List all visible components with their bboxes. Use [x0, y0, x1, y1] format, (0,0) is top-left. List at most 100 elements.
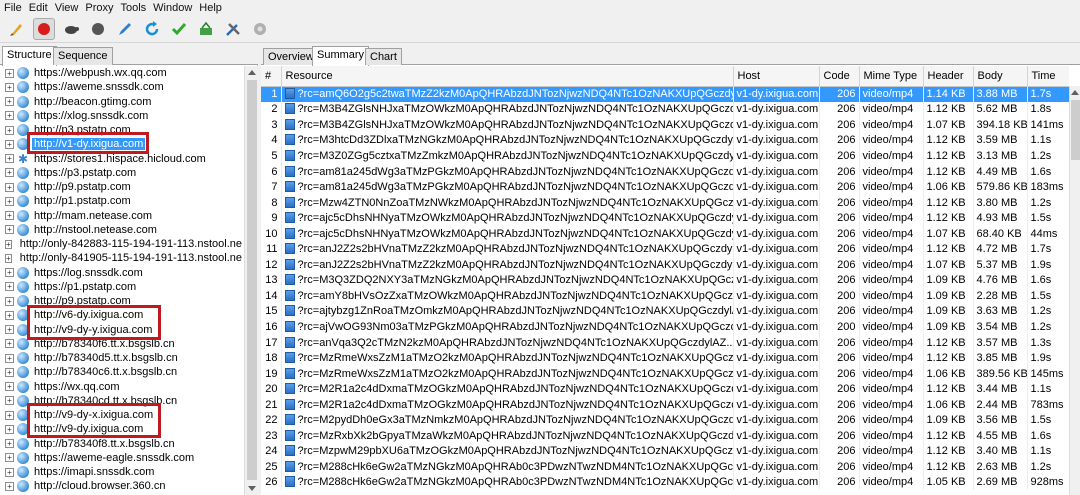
table-row[interactable]: 14 ?rc=amY8bHVsOzZxaTMzOWkzM0ApQHRAbzdJNT… [261, 288, 1069, 304]
table-row[interactable]: 4 ?rc=M3htcDd3ZDlxaTMzNGkzM0ApQHRAbzdJNTo… [261, 132, 1069, 149]
broom-button[interactable] [6, 18, 28, 40]
expand-icon[interactable]: + [5, 410, 14, 420]
tree-node[interactable]: + https://aweme.snssdk.com [0, 80, 244, 94]
tree-node[interactable]: + https://log.snssdk.com [0, 266, 244, 280]
tree-node[interactable]: + http://v9-dy.ixigua.com [0, 422, 244, 436]
tree-node[interactable]: + http://nstool.netease.com [0, 223, 244, 237]
table-row[interactable]: 1 ?rc=amQ6O2g5c2twaTMzZ2kzM0ApQHRAbzdJNTo… [261, 86, 1069, 102]
expand-icon[interactable]: + [5, 296, 14, 306]
tree-node[interactable]: + https://p1.pstatp.com [0, 280, 244, 294]
tree-node[interactable]: + https://aweme-eagle.snssdk.com [0, 451, 244, 465]
tree-node[interactable]: + http://b78340cd.tt.x.bsgslb.cn [0, 394, 244, 408]
column-header[interactable]: Header [923, 66, 974, 87]
table-row[interactable]: 20 ?rc=M2R1a2c4dDxmaTMzOGkzM0ApQHRAbzdJNT… [261, 381, 1069, 397]
tools-button[interactable] [222, 18, 244, 40]
stop-button[interactable] [87, 18, 109, 40]
expand-icon[interactable]: + [5, 396, 14, 406]
expand-icon[interactable]: + [5, 382, 14, 392]
expand-icon[interactable]: + [5, 125, 14, 135]
table-scroll-thumb[interactable] [1071, 100, 1080, 160]
expand-icon[interactable]: + [5, 97, 14, 107]
column-header[interactable]: Body [973, 66, 1028, 87]
tab-summary[interactable]: Summary [312, 46, 370, 66]
expand-icon[interactable]: + [5, 367, 14, 377]
expand-icon[interactable]: + [5, 211, 14, 221]
table-row[interactable]: 7 ?rc=am81a245dWg3aTMzPGkzM0ApQHRAbzdJNTo… [261, 179, 1069, 195]
table-row[interactable]: 8 ?rc=Mzw4ZTN0NnZoaTMzNWkzM0ApQHRAbzdJNTo… [261, 194, 1069, 211]
menu-view[interactable]: View [55, 2, 79, 14]
table-row[interactable]: 19 ?rc=MzRmeWxsZzM1aTMzO2kzM0ApQHRAbzdJNT… [261, 365, 1069, 382]
tree-scroll-thumb[interactable] [247, 80, 257, 480]
menu-window[interactable]: Window [153, 2, 192, 14]
menu-help[interactable]: Help [199, 2, 222, 14]
refresh-button[interactable] [141, 18, 163, 40]
column-header[interactable]: # [261, 66, 282, 87]
table-row[interactable]: 21 ?rc=M2R1a2c4dDxmaTMzOGkzM0ApQHRAbzdJNT… [261, 396, 1069, 413]
expand-icon[interactable]: + [5, 154, 14, 164]
expand-icon[interactable]: + [5, 82, 14, 92]
column-header[interactable]: Time [1027, 66, 1069, 87]
table-row[interactable]: 13 ?rc=M3Q3ZDQ2NXY3aTMzNGkzM0ApQHRAbzdJNT… [261, 272, 1069, 289]
tree-node[interactable]: + http://p1.pstatp.com [0, 194, 244, 208]
tree-node[interactable]: + http://p9.pstatp.com [0, 180, 244, 194]
menu-edit[interactable]: Edit [29, 2, 48, 14]
table-row[interactable]: 9 ?rc=ajc5cDhsNHNyaTMzOWkzM0ApQHRAbzdJNTo… [261, 210, 1069, 226]
expand-icon[interactable]: + [5, 339, 14, 349]
expand-icon[interactable]: + [5, 239, 12, 249]
pen-button[interactable] [114, 18, 136, 40]
table-scrollbar[interactable] [1069, 86, 1080, 495]
table-row[interactable]: 15 ?rc=ajtybzg1ZnRoaTMzOmkzM0ApQHRAbzdJNT… [261, 303, 1069, 320]
tab-overview[interactable]: Overview [263, 48, 319, 65]
tree-node[interactable]: + http://p3.pstatp.com [0, 123, 244, 137]
tree-node[interactable]: + https://imapi.snssdk.com [0, 465, 244, 479]
expand-icon[interactable]: + [5, 453, 14, 463]
menu-proxy[interactable]: Proxy [85, 2, 113, 14]
table-row[interactable]: 18 ?rc=MzRmeWxsZzM1aTMzO2kzM0ApQHRAbzdJNT… [261, 350, 1069, 366]
expand-icon[interactable]: + [5, 310, 14, 320]
column-header[interactable]: Resource [281, 66, 734, 87]
tree-node[interactable]: + http://b78340c6.tt.x.bsgslb.cn [0, 365, 244, 379]
expand-icon[interactable]: + [5, 168, 14, 178]
expand-icon[interactable]: + [5, 68, 14, 78]
table-row[interactable]: 17 ?rc=anVqa3Q2cTMzN2kzM0ApQHRAbzdJNTozNj… [261, 334, 1069, 351]
scroll-down-icon[interactable] [248, 486, 256, 491]
menu-file[interactable]: File [4, 2, 22, 14]
expand-icon[interactable]: + [5, 282, 14, 292]
tree-node[interactable]: + http://only-842883-115-194-191-113.nsto… [0, 237, 244, 251]
tree-node[interactable]: + http://cloud.browser.360.cn [0, 479, 244, 493]
table-row[interactable]: 10 ?rc=ajc5cDhsNHNyaTMzOWkzM0ApQHRAbzdJNT… [261, 225, 1069, 242]
tab-chart[interactable]: Chart [365, 48, 402, 65]
tree-node[interactable]: + http://v9-dy-x.ixigua.com [0, 408, 244, 422]
expand-icon[interactable]: + [5, 439, 14, 449]
basket-button[interactable] [195, 18, 217, 40]
tree-node[interactable]: + http://v6-dy.ixigua.com [0, 308, 244, 322]
tree-node[interactable]: + http://mam.netease.com [0, 209, 244, 223]
tree-node[interactable]: + http://v1-dy.ixigua.com [0, 137, 244, 151]
turtle-button[interactable] [60, 18, 82, 40]
tab-structure[interactable]: Structure [2, 46, 57, 66]
settings-button[interactable] [249, 18, 271, 40]
tree-node[interactable]: + https://webpush.wx.qq.com [0, 66, 244, 80]
table-row[interactable]: 11 ?rc=anJ2Z2s2bHVnaTMzZ2kzM0ApQHRAbzdJNT… [261, 241, 1069, 258]
tree-node[interactable]: + http://b78340d5.tt.x.bsgslb.cn [0, 351, 244, 365]
check-button[interactable] [168, 18, 190, 40]
tree-node[interactable]: + http://b78340f8.tt.x.bsgslb.cn [0, 437, 244, 451]
expand-icon[interactable]: + [5, 268, 14, 278]
expand-icon[interactable]: + [5, 182, 14, 192]
scroll-up-icon[interactable] [1071, 90, 1079, 95]
record-button[interactable] [33, 18, 55, 40]
expand-icon[interactable]: + [5, 253, 12, 263]
column-header[interactable]: Mime Type [859, 66, 924, 87]
expand-icon[interactable]: + [5, 424, 14, 434]
table-row[interactable]: 23 ?rc=MzRxbXk2bGpyaTMzaWkzM0ApQHRAbzdJNT… [261, 428, 1069, 444]
tree-node[interactable]: + http://p9.pstatp.com [0, 294, 244, 308]
table-row[interactable]: 5 ?rc=M3Z0ZGg5cztxaTMzZmkzM0ApQHRAbzdJNTo… [261, 148, 1069, 164]
tab-sequence[interactable]: Sequence [53, 47, 113, 65]
table-row[interactable]: 16 ?rc=ajVwOG93Nm03aTMzPGkzM0ApQHRAbzdJNT… [261, 319, 1069, 335]
table-row[interactable]: 2 ?rc=M3B4ZGlsNHJxaTMzOWkzM0ApQHRAbzdJNTo… [261, 101, 1069, 118]
table-row[interactable]: 22 ?rc=M2pydDh0eGx3aTMzNmkzM0ApQHRAbzdJNT… [261, 412, 1069, 429]
expand-icon[interactable]: + [5, 225, 14, 235]
tree-node[interactable]: + https://xlog.snssdk.com [0, 109, 244, 123]
table-row[interactable]: 3 ?rc=M3B4ZGlsNHJxaTMzOWkzM0ApQHRAbzdJNTo… [261, 117, 1069, 133]
tree-node[interactable]: + http://b78340f6.tt.x.bsgslb.cn [0, 337, 244, 351]
